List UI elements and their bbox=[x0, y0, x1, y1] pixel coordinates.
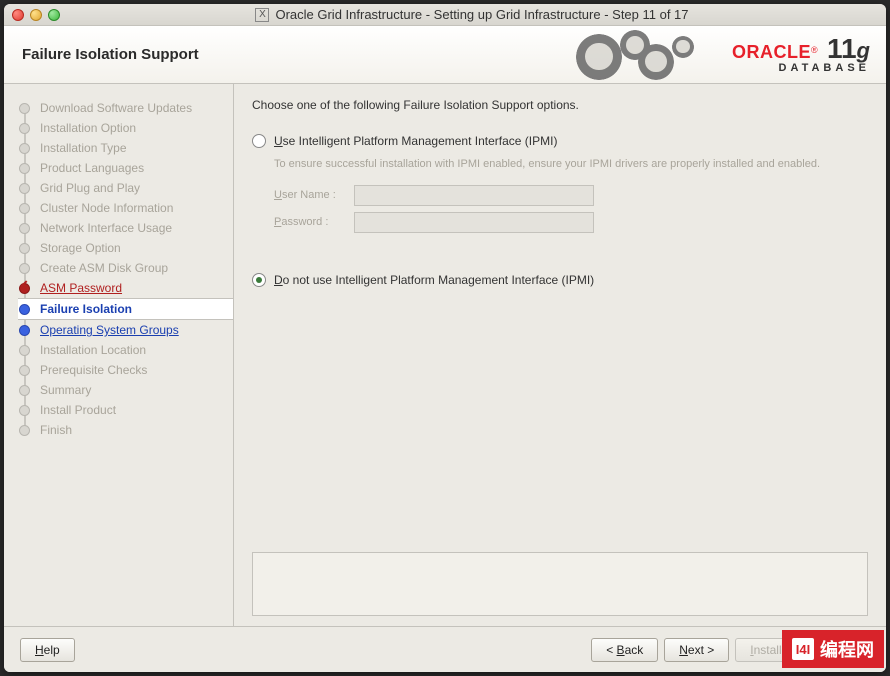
step-label: Operating System Groups bbox=[40, 323, 179, 337]
wizard-step-installation-type: Installation Type bbox=[18, 138, 233, 158]
wizard-step-failure-isolation: Failure Isolation bbox=[18, 298, 234, 320]
titlebar: X Oracle Grid Infrastructure - Setting u… bbox=[4, 4, 886, 26]
wizard-step-cluster-node-information: Cluster Node Information bbox=[18, 198, 233, 218]
x11-icon: X bbox=[255, 8, 269, 22]
step-label: Download Software Updates bbox=[40, 101, 192, 115]
step-dot-icon bbox=[19, 405, 30, 416]
label-no-ipmi[interactable]: Do not use Intelligent Platform Manageme… bbox=[274, 273, 594, 287]
label-use-ipmi[interactable]: Use Intelligent Platform Management Inte… bbox=[274, 134, 557, 148]
radio-use-ipmi[interactable] bbox=[252, 134, 266, 148]
page-title: Failure Isolation Support bbox=[22, 46, 199, 63]
step-dot-icon bbox=[19, 304, 30, 315]
step-dot-icon bbox=[19, 203, 30, 214]
wizard-step-operating-system-groups[interactable]: Operating System Groups bbox=[18, 320, 233, 340]
brand-subtitle: DATABASE bbox=[732, 63, 870, 74]
step-dot-icon bbox=[19, 103, 30, 114]
wizard-step-asm-password[interactable]: ASM Password bbox=[18, 278, 233, 298]
step-label: Cluster Node Information bbox=[40, 201, 173, 215]
step-label: Installation Location bbox=[40, 343, 146, 357]
step-dot-icon bbox=[19, 243, 30, 254]
step-dot-icon bbox=[19, 385, 30, 396]
wizard-step-summary: Summary bbox=[18, 380, 233, 400]
next-button[interactable]: Next > bbox=[664, 638, 729, 662]
message-area bbox=[252, 552, 868, 616]
step-dot-icon bbox=[19, 143, 30, 154]
step-label: ASM Password bbox=[40, 281, 122, 295]
wizard-step-install-product: Install Product bbox=[18, 400, 233, 420]
watermark: I4I 编程网 bbox=[782, 630, 884, 668]
wizard-step-finish: Finish bbox=[18, 420, 233, 440]
maximize-icon[interactable] bbox=[48, 9, 60, 21]
step-label: Installation Type bbox=[40, 141, 127, 155]
step-dot-icon bbox=[19, 223, 30, 234]
step-dot-icon bbox=[19, 283, 30, 294]
step-label: Grid Plug and Play bbox=[40, 181, 140, 195]
step-dot-icon bbox=[19, 345, 30, 356]
wizard-steps: Download Software Updates Installation Op… bbox=[18, 98, 233, 440]
back-button[interactable]: < Back bbox=[591, 638, 658, 662]
window-title: X Oracle Grid Infrastructure - Setting u… bbox=[66, 7, 878, 22]
step-dot-icon bbox=[19, 163, 30, 174]
brand-name: ORACLE bbox=[732, 42, 811, 62]
installer-window: X Oracle Grid Infrastructure - Setting u… bbox=[4, 4, 886, 672]
wizard-step-storage-option: Storage Option bbox=[18, 238, 233, 258]
username-input bbox=[354, 185, 594, 206]
password-input bbox=[354, 212, 594, 233]
header: Failure Isolation Support ORACLE® 11g DA… bbox=[4, 26, 886, 84]
close-icon[interactable] bbox=[12, 9, 24, 21]
step-label: Failure Isolation bbox=[40, 302, 132, 316]
wizard-step-download-software-updates: Download Software Updates bbox=[18, 98, 233, 118]
wizard-step-prerequisite-checks: Prerequisite Checks bbox=[18, 360, 233, 380]
minimize-icon[interactable] bbox=[30, 9, 42, 21]
step-dot-icon bbox=[19, 425, 30, 436]
step-dot-icon bbox=[19, 325, 30, 336]
header-branding: ORACLE® 11g DATABASE bbox=[572, 30, 870, 80]
password-label: Password : bbox=[274, 216, 346, 228]
sidebar: Download Software Updates Installation Op… bbox=[4, 84, 234, 626]
option-no-ipmi: Do not use Intelligent Platform Manageme… bbox=[252, 273, 868, 295]
wizard-step-create-asm-disk-group: Create ASM Disk Group bbox=[18, 258, 233, 278]
wizard-step-grid-plug-and-play: Grid Plug and Play bbox=[18, 178, 233, 198]
main-panel: Choose one of the following Failure Isol… bbox=[234, 84, 886, 626]
step-label: Network Interface Usage bbox=[40, 221, 172, 235]
step-dot-icon bbox=[19, 183, 30, 194]
content-body: Download Software Updates Installation Op… bbox=[4, 84, 886, 626]
step-label: Storage Option bbox=[40, 241, 121, 255]
step-label: Create ASM Disk Group bbox=[40, 261, 168, 275]
gears-icon bbox=[572, 30, 722, 80]
step-dot-icon bbox=[19, 365, 30, 376]
wizard-step-network-interface-usage: Network Interface Usage bbox=[18, 218, 233, 238]
window-title-text: Oracle Grid Infrastructure - Setting up … bbox=[275, 7, 688, 22]
wizard-step-installation-location: Installation Location bbox=[18, 340, 233, 360]
radio-no-ipmi[interactable] bbox=[252, 273, 266, 287]
step-label: Install Product bbox=[40, 403, 116, 417]
step-label: Product Languages bbox=[40, 161, 144, 175]
step-dot-icon bbox=[19, 263, 30, 274]
step-label: Prerequisite Checks bbox=[40, 363, 147, 377]
window-controls bbox=[12, 9, 60, 21]
wizard-step-installation-option: Installation Option bbox=[18, 118, 233, 138]
watermark-icon: I4I bbox=[792, 638, 814, 660]
username-label: User Name : bbox=[274, 189, 346, 201]
brand-version-suffix: g bbox=[857, 38, 870, 63]
watermark-text: 编程网 bbox=[820, 636, 874, 662]
option-use-ipmi: Use Intelligent Platform Management Inte… bbox=[252, 134, 868, 239]
step-dot-icon bbox=[19, 123, 30, 134]
step-label: Installation Option bbox=[40, 121, 136, 135]
wizard-step-product-languages: Product Languages bbox=[18, 158, 233, 178]
brand-version: 11 bbox=[827, 33, 857, 64]
step-label: Summary bbox=[40, 383, 91, 397]
oracle-logo: ORACLE® 11g DATABASE bbox=[732, 35, 870, 74]
step-label: Finish bbox=[40, 423, 72, 437]
prompt-text: Choose one of the following Failure Isol… bbox=[252, 98, 868, 112]
footer: Help < Back Next > Install Cancel bbox=[4, 626, 886, 672]
help-button[interactable]: Help bbox=[20, 638, 75, 662]
ipmi-description: To ensure successful installation with I… bbox=[274, 156, 834, 173]
